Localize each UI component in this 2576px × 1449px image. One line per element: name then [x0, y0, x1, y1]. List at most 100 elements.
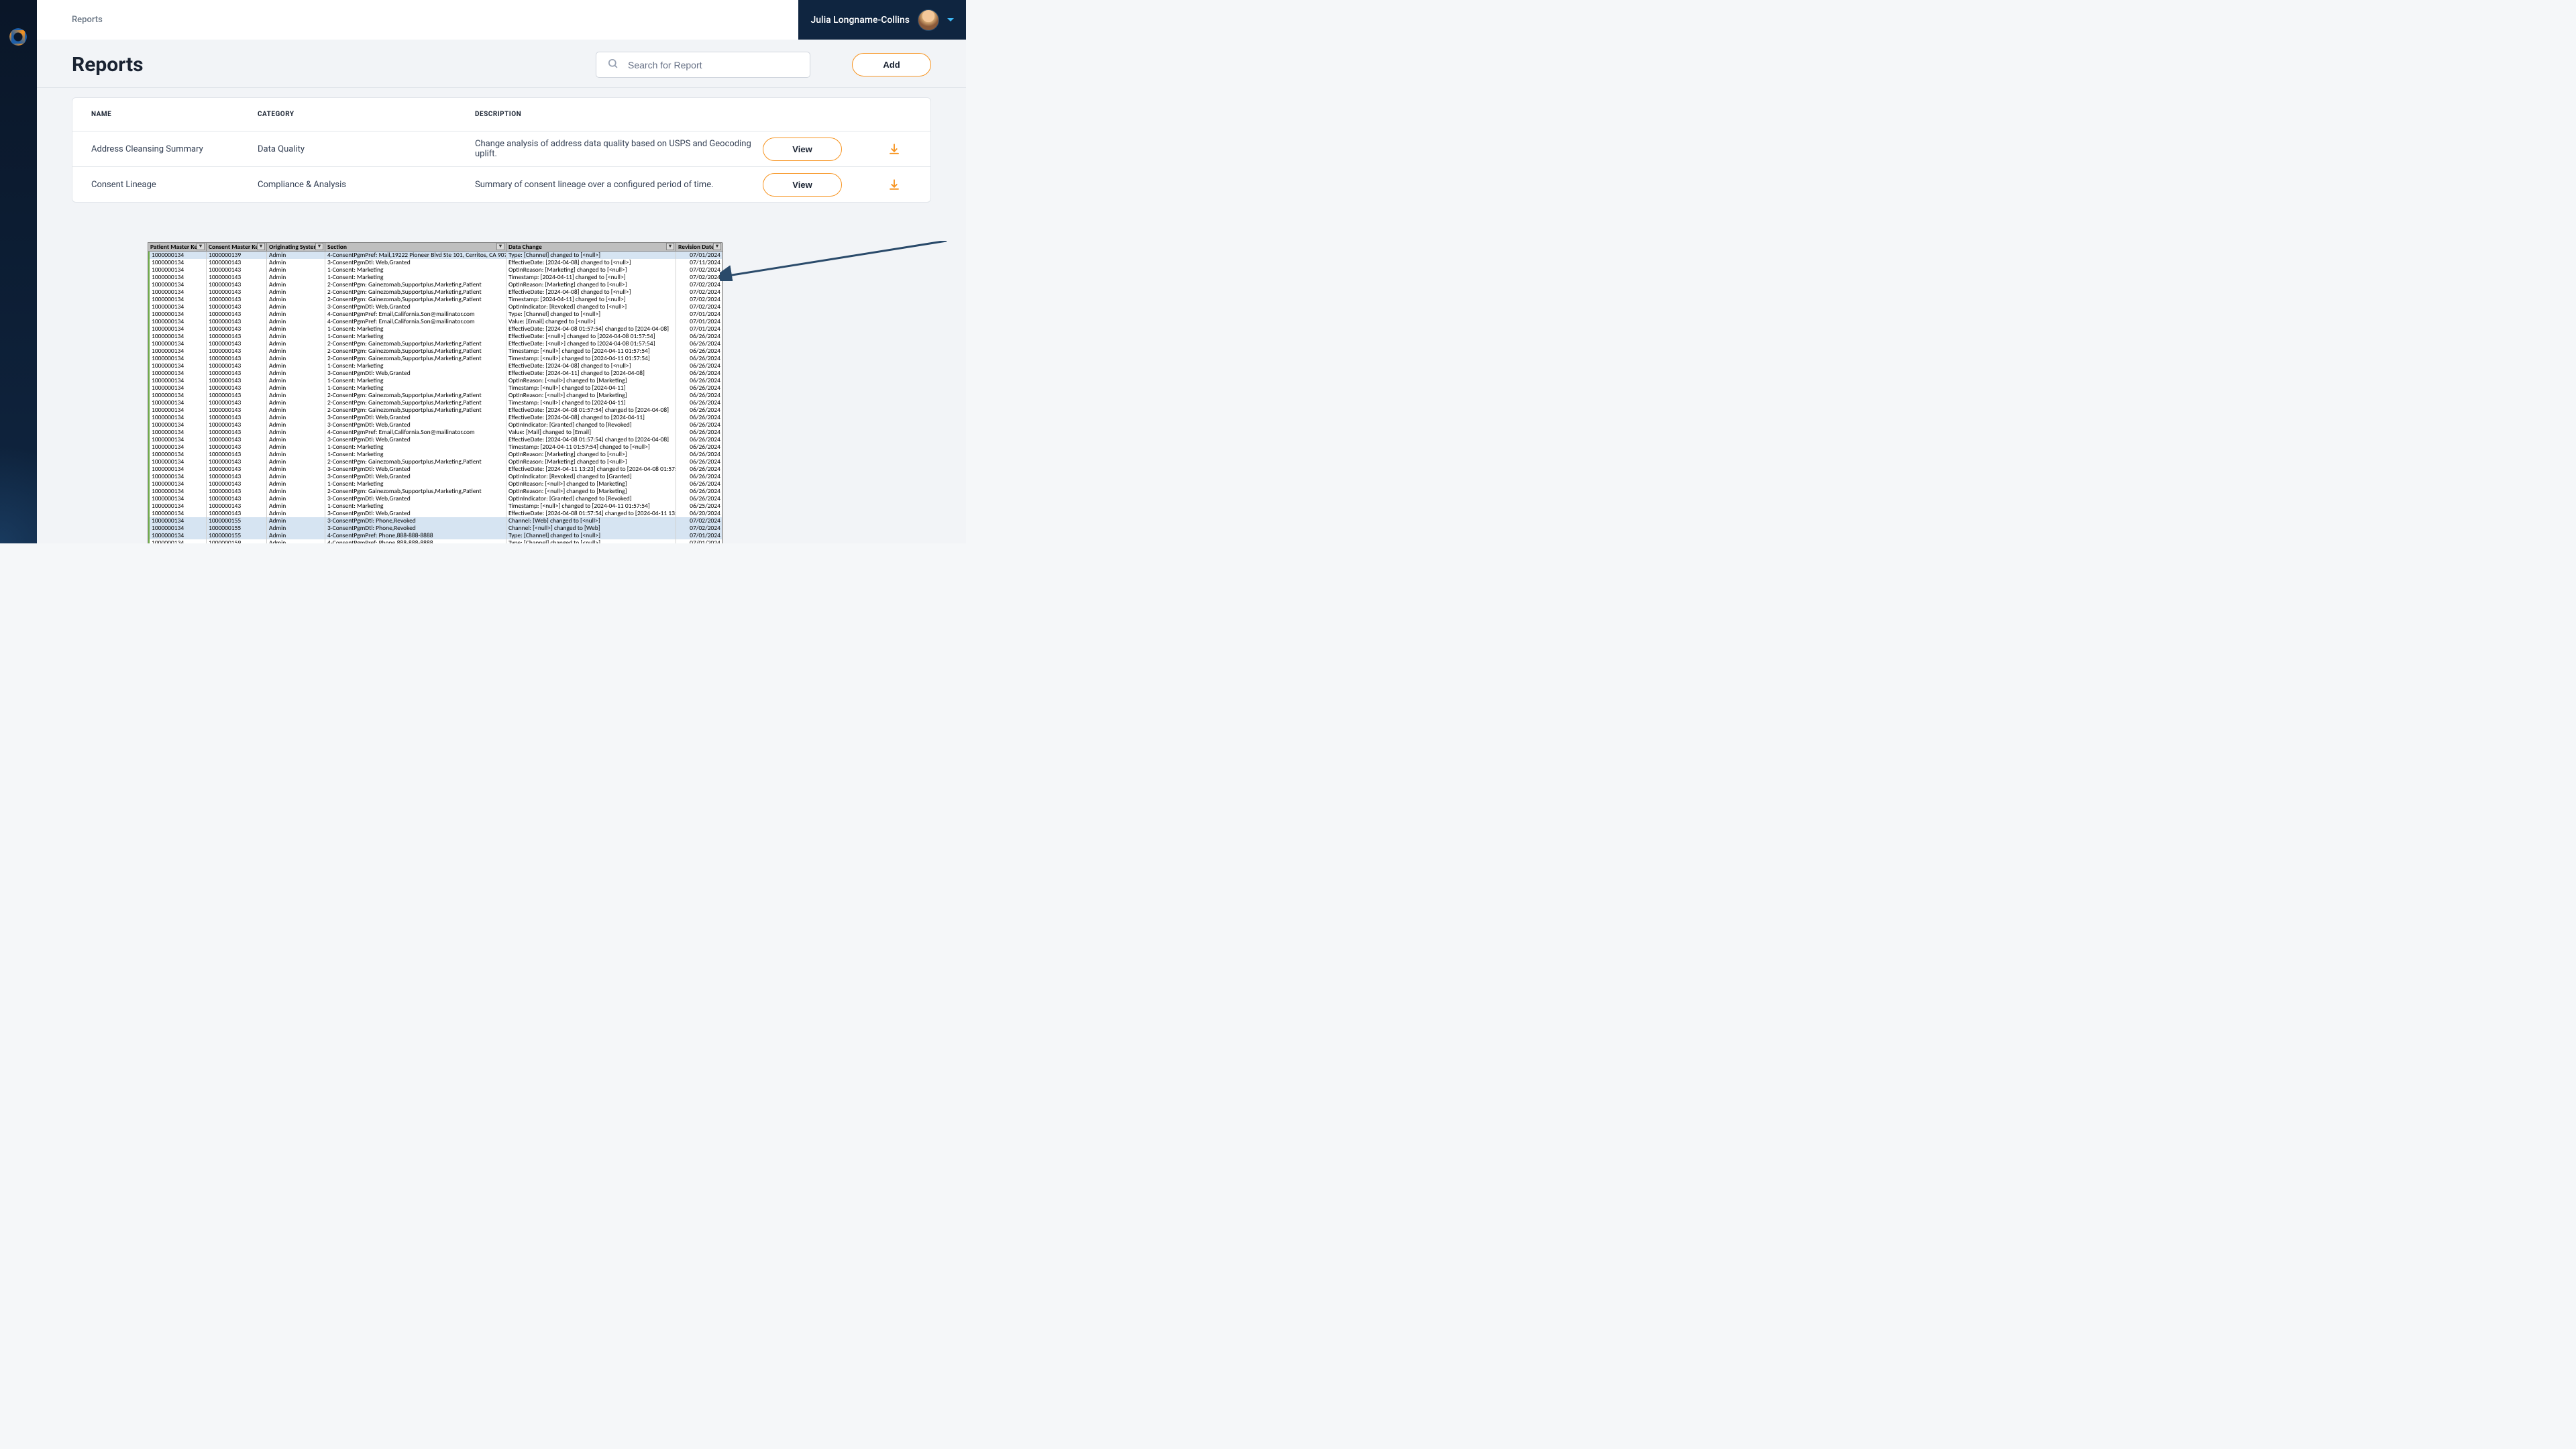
lineage-col-header[interactable]: Revision Date — [676, 243, 723, 252]
lineage-cell: 3-ConsentPgmDtl: Web,Granted — [325, 510, 506, 517]
search-input[interactable] — [628, 60, 799, 70]
search-box[interactable] — [596, 52, 810, 78]
lineage-cell: Value: [Email] changed to [<null>] — [506, 318, 676, 325]
lineage-cell: Timestamp: [<null>] changed to [2024-04-… — [506, 399, 676, 407]
lineage-cell: 1000000134 — [148, 340, 207, 347]
lineage-cell: 3-ConsentPgmDtl: Phone,Revoked — [325, 525, 506, 532]
lineage-cell: 1000000143 — [207, 288, 267, 296]
lineage-cell: 1000000159 — [207, 539, 267, 543]
breadcrumb[interactable]: Reports — [72, 15, 103, 25]
lineage-cell: OptInReason: [<null>] changed to [Market… — [506, 488, 676, 495]
lineage-cell: Admin — [267, 488, 325, 495]
lineage-cell: 1000000143 — [207, 377, 267, 384]
lineage-cell: 1000000134 — [148, 325, 207, 333]
lineage-col-header[interactable]: Section — [325, 243, 506, 252]
chevron-down-icon[interactable] — [947, 18, 954, 21]
lineage-cell: 07/02/2024 — [676, 266, 723, 274]
lineage-cell: Timestamp: [2024-04-11] changed to [<nul… — [506, 296, 676, 303]
lineage-cell: Admin — [267, 399, 325, 407]
lineage-cell: 1000000134 — [148, 473, 207, 480]
lineage-cell: 2-ConsentPgm: Gainezomab,Supportplus,Mar… — [325, 458, 506, 466]
cell-category: Compliance & Analysis — [258, 180, 475, 190]
lineage-col-header[interactable]: Data Change — [506, 243, 676, 252]
lineage-cell: Admin — [267, 274, 325, 281]
lineage-cell: 1000000143 — [207, 510, 267, 517]
lineage-cell: Admin — [267, 288, 325, 296]
lineage-cell: Admin — [267, 525, 325, 532]
lineage-cell: Admin — [267, 266, 325, 274]
lineage-cell: 07/02/2024 — [676, 288, 723, 296]
lineage-cell: 06/26/2024 — [676, 429, 723, 436]
lineage-cell: OptInIndicator: [Granted] changed to [Re… — [506, 495, 676, 502]
lineage-cell: 1-Consent: Marketing — [325, 502, 506, 510]
lineage-cell: 06/26/2024 — [676, 473, 723, 480]
user-bar[interactable]: Julia Longname-Collins — [798, 0, 966, 40]
lineage-row: 10000001341000000159Admin4-ConsentPgmPre… — [148, 539, 722, 543]
lineage-cell: 1000000143 — [207, 296, 267, 303]
add-button[interactable]: Add — [852, 53, 931, 76]
left-sidebar — [0, 0, 37, 543]
lineage-cell: 3-ConsentPgmDtl: Web,Granted — [325, 303, 506, 311]
col-name: NAME — [91, 111, 258, 118]
lineage-cell: 06/26/2024 — [676, 355, 723, 362]
lineage-row: 10000001341000000155Admin3-ConsentPgmDtl… — [148, 525, 722, 532]
page-header: Reports Add — [37, 40, 966, 88]
cell-description: Change analysis of address data quality … — [475, 139, 763, 159]
lineage-cell: Admin — [267, 296, 325, 303]
lineage-cell: Timestamp: [<null>] changed to [2024-04-… — [506, 502, 676, 510]
lineage-cell: 2-ConsentPgm: Gainezomab,Supportplus,Mar… — [325, 407, 506, 414]
lineage-cell: 1-Consent: Marketing — [325, 384, 506, 392]
lineage-cell: 1000000134 — [148, 259, 207, 266]
lineage-row: 10000001341000000143Admin2-ConsentPgm: G… — [148, 347, 722, 355]
lineage-cell: Admin — [267, 384, 325, 392]
lineage-col-header[interactable]: Patient Master Key — [148, 243, 207, 252]
lineage-cell: Admin — [267, 517, 325, 525]
lineage-cell: 07/01/2024 — [676, 532, 723, 539]
download-icon[interactable] — [888, 143, 900, 155]
lineage-cell: 1000000134 — [148, 384, 207, 392]
lineage-cell: 2-ConsentPgm: Gainezomab,Supportplus,Mar… — [325, 347, 506, 355]
lineage-cell: 06/26/2024 — [676, 414, 723, 421]
lineage-cell: 06/26/2024 — [676, 362, 723, 370]
lineage-col-header[interactable]: Consent Master Key — [207, 243, 267, 252]
lineage-cell: 07/01/2024 — [676, 539, 723, 543]
lineage-col-header[interactable]: Originating System — [267, 243, 325, 252]
lineage-cell: 1-Consent: Marketing — [325, 266, 506, 274]
lineage-cell: 1000000134 — [148, 517, 207, 525]
lineage-cell: 1000000143 — [207, 473, 267, 480]
lineage-cell: 1000000143 — [207, 458, 267, 466]
cell-name: Consent Lineage — [91, 180, 258, 190]
lineage-cell: 1000000134 — [148, 362, 207, 370]
lineage-cell: 06/26/2024 — [676, 451, 723, 458]
lineage-cell: 1000000134 — [148, 480, 207, 488]
app-logo-icon[interactable] — [9, 28, 27, 46]
view-button[interactable]: View — [763, 173, 842, 197]
download-icon[interactable] — [888, 178, 900, 191]
content-area: Reports Add NAME CATEGORY DESCRIPTION Ad… — [37, 40, 966, 543]
lineage-cell: EffectiveDate: [2024-04-08] changed to [… — [506, 288, 676, 296]
lineage-cell: 1000000134 — [148, 525, 207, 532]
lineage-cell: 1-Consent: Marketing — [325, 377, 506, 384]
lineage-cell: 07/02/2024 — [676, 296, 723, 303]
lineage-row: 10000001341000000143Admin1-Consent: Mark… — [148, 325, 722, 333]
lineage-cell: OptInReason: [<null>] changed to [Market… — [506, 377, 676, 384]
lineage-cell: 1000000134 — [148, 495, 207, 502]
lineage-cell: EffectiveDate: [<null>] changed to [2024… — [506, 340, 676, 347]
lineage-cell: EffectiveDate: [2024-04-08 01:57:54] cha… — [506, 436, 676, 443]
table-row: Consent LineageCompliance & AnalysisSumm… — [72, 166, 930, 202]
lineage-row: 10000001341000000143Admin1-Consent: Mark… — [148, 451, 722, 458]
lineage-row: 10000001341000000143Admin2-ConsentPgm: G… — [148, 458, 722, 466]
col-category: CATEGORY — [258, 111, 475, 118]
lineage-cell: Channel: [Web] changed to [<null>] — [506, 517, 676, 525]
lineage-cell: 1000000143 — [207, 421, 267, 429]
view-button[interactable]: View — [763, 138, 842, 161]
lineage-row: 10000001341000000143Admin3-ConsentPgmDtl… — [148, 466, 722, 473]
lineage-cell: 1-Consent: Marketing — [325, 362, 506, 370]
lineage-row: 10000001341000000143Admin3-ConsentPgmDtl… — [148, 421, 722, 429]
lineage-cell: Admin — [267, 532, 325, 539]
lineage-cell: 1000000134 — [148, 539, 207, 543]
lineage-cell: 07/11/2024 — [676, 259, 723, 266]
lineage-cell: Value: [Mail] changed to [Email] — [506, 429, 676, 436]
lineage-row: 10000001341000000143Admin3-ConsentPgmDtl… — [148, 370, 722, 377]
lineage-cell: 1000000134 — [148, 281, 207, 288]
